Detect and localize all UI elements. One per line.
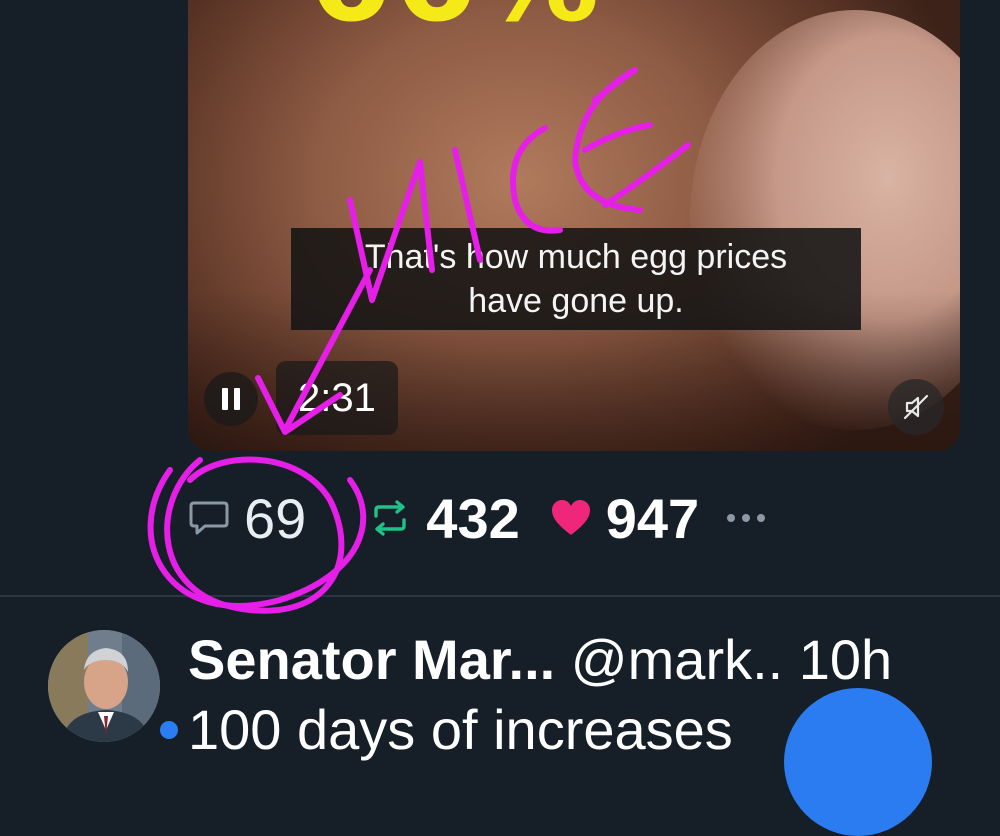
muted-speaker-icon	[903, 394, 929, 420]
video-overlay-number: 66%	[308, 0, 601, 49]
video-caption-line-2: have gone up.	[468, 282, 684, 320]
reply-count: 69	[244, 486, 307, 550]
repost-arrows-icon	[374, 500, 406, 536]
avatar-photo	[48, 630, 160, 742]
reply-button[interactable]: 69	[188, 486, 306, 551]
repost-button[interactable]: 432	[370, 486, 520, 551]
post-text-preview: 100 days of increases	[188, 698, 733, 761]
post-header: Senator Mar... @mark.. 10h	[188, 622, 988, 698]
video-caption: That's how much egg prices have gone up.	[291, 228, 861, 330]
author-name[interactable]: Senator Mar...	[188, 628, 555, 691]
repost-count: 432	[426, 486, 520, 550]
compose-button[interactable]	[784, 688, 932, 836]
video-caption-line-1: That's how much egg prices	[364, 238, 788, 276]
post-time: 10h	[798, 628, 893, 691]
avatar[interactable]	[48, 630, 160, 742]
video-player[interactable]: 66% That's how much egg prices have gone…	[188, 0, 960, 451]
more-dots-icon	[727, 514, 736, 522]
pause-icon	[222, 388, 240, 410]
like-button[interactable]: 947	[550, 486, 699, 551]
pause-button[interactable]	[204, 372, 258, 426]
author-handle[interactable]: @mark..	[571, 628, 783, 691]
more-options-button[interactable]	[727, 514, 766, 522]
heart-icon	[551, 500, 590, 535]
like-count: 947	[605, 486, 700, 550]
post-action-bar: 69 432 947	[188, 480, 968, 556]
video-timestamp: 2:31	[276, 361, 398, 435]
post-divider	[0, 595, 1000, 597]
status-dot	[157, 718, 181, 742]
mute-button[interactable]	[888, 379, 944, 435]
speech-bubble-icon	[189, 501, 229, 535]
